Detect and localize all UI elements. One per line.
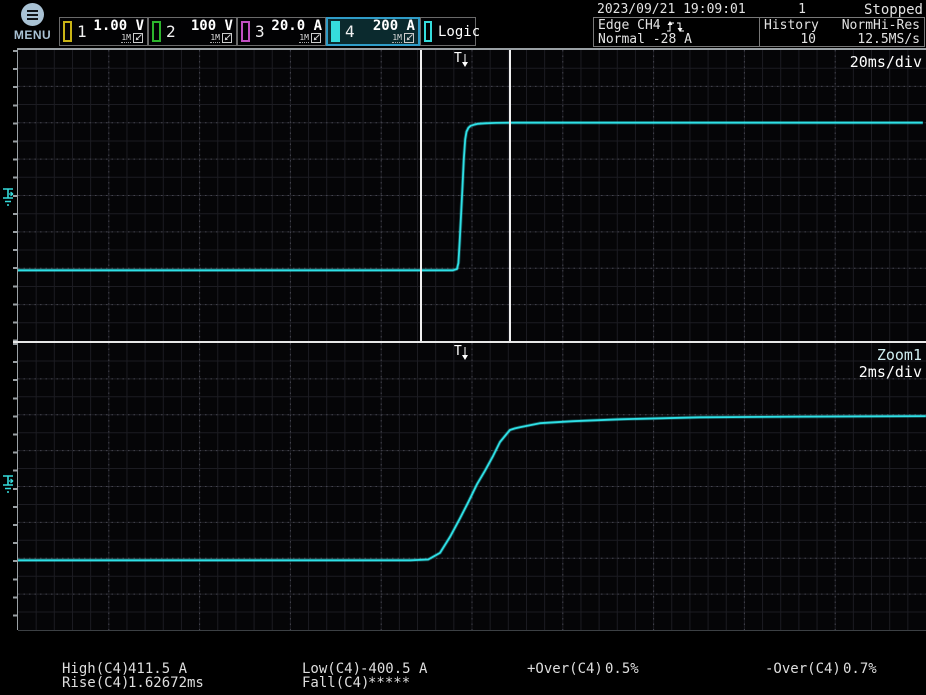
probe-icon [222,33,233,44]
channel-1-number: 1 [77,22,87,41]
menu-button[interactable]: MENU [6,1,54,47]
main-timebase-label: 20ms/div [850,53,922,71]
zoom-timebase-label: 2ms/div [859,363,922,381]
channel-3-box[interactable]: 3 20.0 A 1M [237,17,326,46]
measure-high-label: High(C4) [62,662,129,676]
channel-4-box[interactable]: 4 200 A 1M [326,17,420,46]
zoom-waveform-window: T Zoom1 2ms/div [18,343,926,630]
channel-2-box[interactable]: 2 100 V 1M [148,17,237,46]
measure-nover-label: -Over(C4) [765,662,841,676]
measure-nover-value: 0.7% [843,662,877,676]
measure-low-value: -400.5 A [360,662,427,676]
trigger-type: Edge CH4 [598,19,661,33]
channel-4-number: 4 [345,22,355,41]
main-waveform-svg [18,50,926,341]
main-waveform-window: T 20ms/div [18,50,926,341]
measure-rise-value: 1.62672ms [128,676,204,690]
channel-2-number: 2 [166,22,176,41]
zoom-trigger-position-marker[interactable]: T [454,345,474,363]
probe-icon [133,33,144,44]
impedance-icon: 1M [121,33,131,43]
measure-pover-label: +Over(C4) [527,662,603,676]
trigger-mode-level: Normal -28 A [598,33,692,47]
trigger-arrow-icon [462,54,469,70]
channel-3-number: 3 [255,22,265,41]
impedance-icon: 1M [392,33,402,43]
sample-rate: 12.5MS/s [816,33,920,47]
channel-2-scale: 100 V [191,20,233,33]
zoom-region-right-line[interactable] [509,50,511,341]
zoom-waveform-svg [18,343,926,630]
measure-rise-label: Rise(C4) [62,676,129,690]
measure-fall-label: Fall(C4) [302,676,369,690]
resolution-mode: Hi-Res [873,18,920,33]
history-label: History [764,19,819,33]
ch4-ground-marker[interactable] [1,186,18,209]
zoom-region-left-line[interactable] [420,50,422,341]
hamburger-icon [21,3,44,26]
measure-low-label: Low(C4) [302,662,361,676]
channel-3-color-indicator [241,21,250,42]
channel-1-color-indicator [63,21,72,42]
falling-edge-icon [676,20,685,33]
datetime: 2023/09/21 19:09:01 [597,2,746,17]
measure-pover-value: 0.5% [605,662,639,676]
channel-4-scale: 200 A [373,20,415,33]
channel-3-scale: 20.0 A [271,20,322,33]
measure-high-value: 411.5 A [128,662,187,676]
trigger-arrow-icon [462,347,469,363]
impedance-icon: 1M [210,33,220,43]
channel-1-scale: 1.00 V [93,20,144,33]
history-info-box[interactable]: History NormHi-Res 10 12.5MS/s [759,17,925,47]
menu-label: MENU [6,28,59,42]
measure-fall-value: ***** [368,676,410,690]
zoom-window-title: Zoom1 [877,346,922,364]
logic-color-indicator [424,21,432,42]
channel-2-color-indicator [152,21,161,42]
trigger-info-box[interactable]: Edge CH4 Normal -28 A [593,17,760,47]
logic-label: Logic [438,24,480,40]
rising-edge-icon [666,20,675,33]
channel-1-box[interactable]: 1 1.00 V 1M [59,17,148,46]
acquisition-count: 1 [770,2,806,17]
logic-channel-box[interactable]: Logic [420,17,476,46]
graticule-bottom-border [18,630,926,631]
run-state: Stopped [864,2,923,18]
zoom-ch4-ground-marker[interactable] [1,473,18,496]
probe-icon [404,33,415,44]
history-count: 10 [764,33,816,47]
impedance-icon: 1M [299,33,309,43]
probe-icon [311,33,322,44]
trigger-position-marker[interactable]: T [454,52,474,70]
oscilloscope-screen: MENU 1 1.00 V 1M 2 100 V 1M 3 20.0 A 1M … [0,0,926,695]
acq-mode: Norm [842,18,873,33]
channel-4-color-indicator [331,21,340,42]
